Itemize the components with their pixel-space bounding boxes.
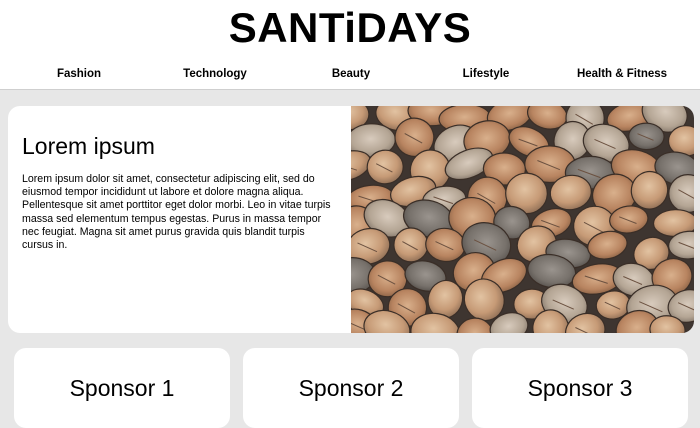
hero-image — [351, 106, 694, 333]
sponsor-card-3[interactable]: Sponsor 3 — [472, 348, 688, 428]
nav-item-beauty[interactable]: Beauty — [281, 64, 421, 84]
log-end — [393, 227, 429, 263]
nav-item-health-fitness[interactable]: Health & Fitness — [552, 64, 692, 84]
hero-body-text: Lorem ipsum dolor sit amet, consectetur … — [22, 173, 331, 252]
hero-card: Lorem ipsum Lorem ipsum dolor sit amet, … — [8, 106, 694, 333]
sponsor-label: Sponsor 3 — [527, 375, 633, 401]
site-header: SANTiDAYS Fashion Technology Beauty Life… — [0, 0, 700, 90]
log-end — [628, 122, 665, 151]
hero-text-block: Lorem ipsum Lorem ipsum dolor sit amet, … — [22, 132, 334, 252]
sponsor-label: Sponsor 2 — [298, 375, 404, 401]
main-nav: Fashion Technology Beauty Lifestyle Heal… — [0, 64, 700, 86]
nav-item-lifestyle[interactable]: Lifestyle — [416, 64, 556, 84]
sponsor-card-1[interactable]: Sponsor 1 — [14, 348, 230, 428]
hero-title: Lorem ipsum — [22, 133, 155, 159]
nav-item-technology[interactable]: Technology — [145, 64, 285, 84]
sponsor-label: Sponsor 1 — [69, 375, 175, 401]
nav-item-fashion[interactable]: Fashion — [9, 64, 149, 84]
sponsor-card-2[interactable]: Sponsor 2 — [243, 348, 459, 428]
site-logo[interactable]: SANTiDAYS — [0, 4, 700, 52]
